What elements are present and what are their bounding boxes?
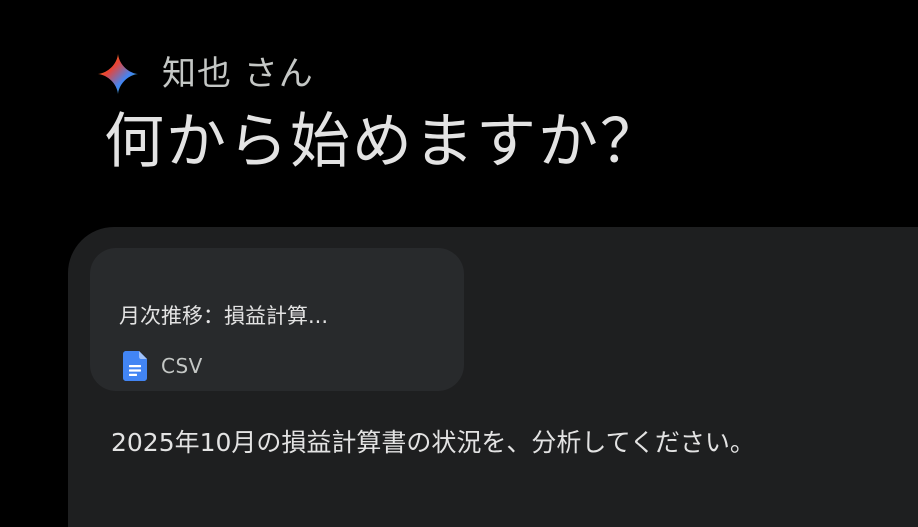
greeting: 知也 さん — [98, 50, 314, 98]
attachment-title: 月次推移：損益計算... — [119, 304, 329, 328]
attachment-card[interactable]: 月次推移：損益計算... CSV — [90, 248, 464, 391]
prompt-composer[interactable]: 月次推移：損益計算... CSV 2025年10月の損益計算書の状況を、分析して… — [68, 227, 918, 527]
prompt-input[interactable]: 2025年10月の損益計算書の状況を、分析してください。 — [111, 423, 755, 459]
google-docs-icon — [123, 351, 147, 381]
greeting-user-name: 知也 さん — [162, 54, 314, 94]
page-title: 何から始めますか？ — [104, 107, 662, 177]
attachment-type-label: CSV — [161, 354, 203, 378]
attachment-type: CSV — [123, 351, 203, 381]
gemini-spark-icon — [98, 54, 138, 94]
